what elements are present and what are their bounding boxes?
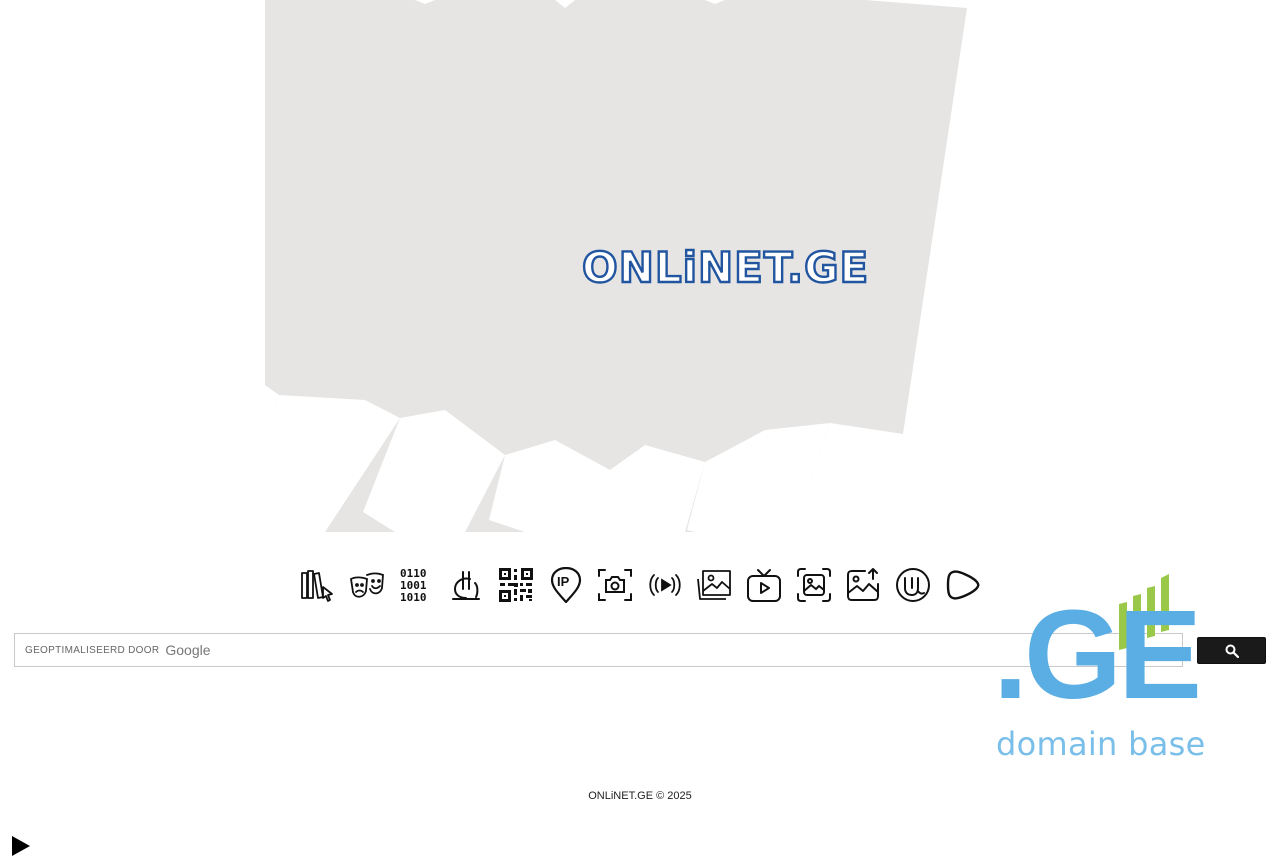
- image-frame-icon[interactable]: [794, 565, 833, 605]
- tool-icon-bar: 0110 1001 1010 IP: [298, 565, 982, 605]
- theater-masks-icon[interactable]: [348, 565, 387, 605]
- image-upload-icon[interactable]: [844, 565, 883, 605]
- broadcast-play-icon[interactable]: [645, 565, 684, 605]
- qr-code-icon[interactable]: [497, 565, 536, 605]
- footer-copyright: ONLiNET.GE © 2025: [588, 790, 692, 802]
- tv-play-icon[interactable]: [745, 565, 784, 605]
- search-icon: [1225, 644, 1239, 658]
- gallery-icon[interactable]: [695, 565, 734, 605]
- binary-line-3: 1010: [400, 591, 427, 603]
- ip-location-pin-icon[interactable]: IP: [546, 565, 585, 605]
- ge-domain-text: .GE: [993, 584, 1202, 725]
- play-icon: [12, 836, 30, 856]
- lari-currency-icon[interactable]: [447, 565, 486, 605]
- books-cursor-icon[interactable]: [298, 565, 337, 605]
- binary-code-icon[interactable]: 0110 1001 1010: [397, 565, 436, 605]
- ge-domain-logo[interactable]: .GE domain base: [993, 572, 1205, 767]
- search-button[interactable]: [1197, 637, 1266, 664]
- rumble-play-icon[interactable]: [943, 565, 982, 605]
- domain-base-caption: domain base: [996, 725, 1206, 763]
- hero-banner: ONLiNET.GE: [265, 0, 970, 532]
- play-button[interactable]: [10, 834, 34, 858]
- camera-capture-icon[interactable]: [596, 565, 635, 605]
- hero-logo-text: ONLiNET.GE: [581, 243, 870, 292]
- ip-label: IP: [557, 574, 570, 589]
- utorrent-icon[interactable]: [894, 565, 933, 605]
